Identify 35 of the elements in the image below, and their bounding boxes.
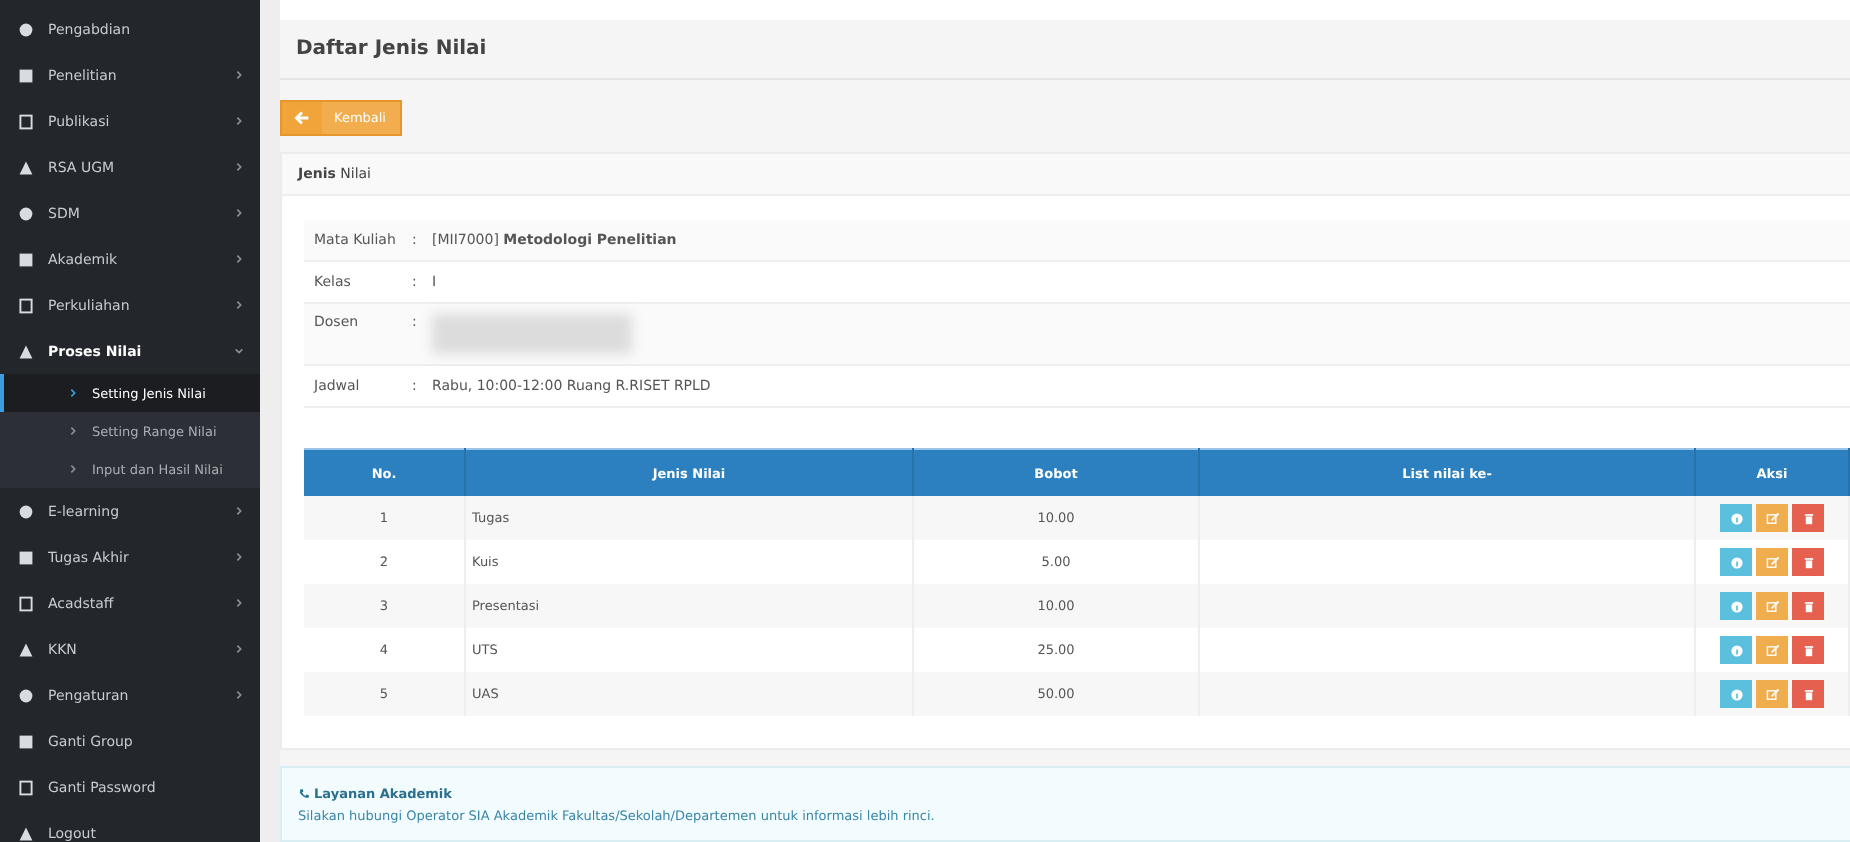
edit-icon: [1765, 555, 1779, 569]
edit-icon: [1765, 511, 1779, 525]
info-button[interactable]: [1720, 636, 1752, 664]
trash-icon: [1801, 511, 1815, 525]
edit-button[interactable]: [1756, 548, 1788, 576]
chevron-icon: [68, 464, 78, 474]
delete-button[interactable]: [1792, 680, 1824, 708]
trash-icon: [1801, 555, 1815, 569]
info-button[interactable]: [1720, 548, 1752, 576]
phone-icon: [298, 788, 310, 800]
trash-icon: [1801, 687, 1815, 701]
info-button[interactable]: [1720, 592, 1752, 620]
edit-button[interactable]: [1756, 636, 1788, 664]
info-button[interactable]: [1720, 504, 1752, 532]
edit-button[interactable]: [1756, 504, 1788, 532]
info-icon: [1729, 555, 1743, 569]
delete-button[interactable]: [1792, 636, 1824, 664]
trash-icon: [1801, 643, 1815, 657]
delete-button[interactable]: [1792, 592, 1824, 620]
edit-icon: [1765, 687, 1779, 701]
info-button[interactable]: [1720, 680, 1752, 708]
edit-button[interactable]: [1756, 592, 1788, 620]
info-icon: [1729, 599, 1743, 613]
info-icon: [1729, 643, 1743, 657]
trash-icon: [1801, 599, 1815, 613]
edit-icon: [1765, 643, 1779, 657]
delete-button[interactable]: [1792, 548, 1824, 576]
page-title: Daftar Jenis Nilai: [296, 38, 487, 60]
info-icon: [1729, 511, 1743, 525]
delete-button[interactable]: [1792, 504, 1824, 532]
edit-icon: [1765, 599, 1779, 613]
info-icon: [1729, 687, 1743, 701]
chevron-icon: [68, 426, 78, 436]
edit-button[interactable]: [1756, 680, 1788, 708]
chevron-icon: [68, 388, 78, 398]
